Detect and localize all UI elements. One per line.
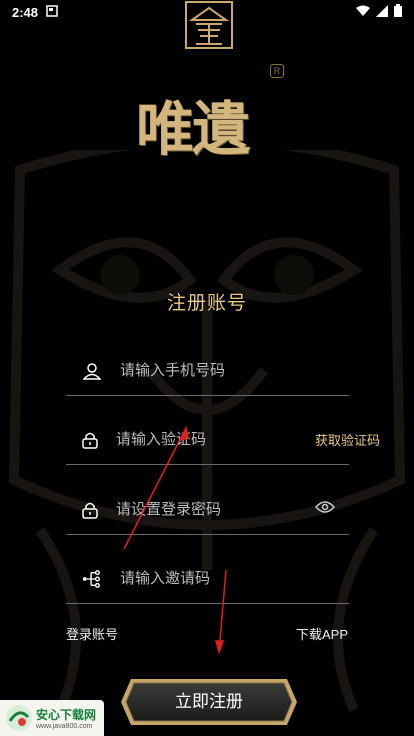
lock-icon xyxy=(82,430,98,450)
user-icon xyxy=(82,361,102,381)
register-button[interactable]: 立即注册 xyxy=(119,677,299,727)
brand-emblem-icon xyxy=(185,1,233,49)
password-field xyxy=(66,485,349,535)
verification-code-field: 获取验证码 xyxy=(66,415,380,465)
site-watermark: 安心下载网 www.java800.com xyxy=(0,700,104,736)
password-input[interactable] xyxy=(116,485,315,534)
invite-code-field xyxy=(66,554,349,604)
invite-code-input[interactable] xyxy=(120,554,349,603)
get-code-button[interactable]: 获取验证码 xyxy=(315,430,380,449)
register-button-label: 立即注册 xyxy=(175,692,243,711)
phone-field xyxy=(66,346,349,396)
wifi-icon xyxy=(356,5,370,20)
eye-icon[interactable] xyxy=(314,500,336,519)
phone-input[interactable] xyxy=(120,346,349,395)
share-nodes-icon xyxy=(82,569,102,589)
watermark-title: 安心下载网 xyxy=(36,708,97,722)
watermark-url: www.java800.com xyxy=(36,723,93,730)
registered-mark: R xyxy=(270,64,284,78)
watermark-logo-icon xyxy=(6,705,32,731)
page-title: 注册账号 xyxy=(166,293,247,314)
screenshot-icon xyxy=(46,4,58,20)
download-app-link[interactable]: 下载APP xyxy=(296,624,348,643)
verification-code-input[interactable] xyxy=(116,415,315,464)
battery-icon xyxy=(394,4,402,20)
lock-icon xyxy=(82,500,98,520)
signal-icon xyxy=(376,4,388,20)
login-link[interactable]: 登录账号 xyxy=(66,624,118,643)
status-time: 2:48 xyxy=(12,4,39,20)
brand-title: 唯遺 xyxy=(136,95,250,163)
